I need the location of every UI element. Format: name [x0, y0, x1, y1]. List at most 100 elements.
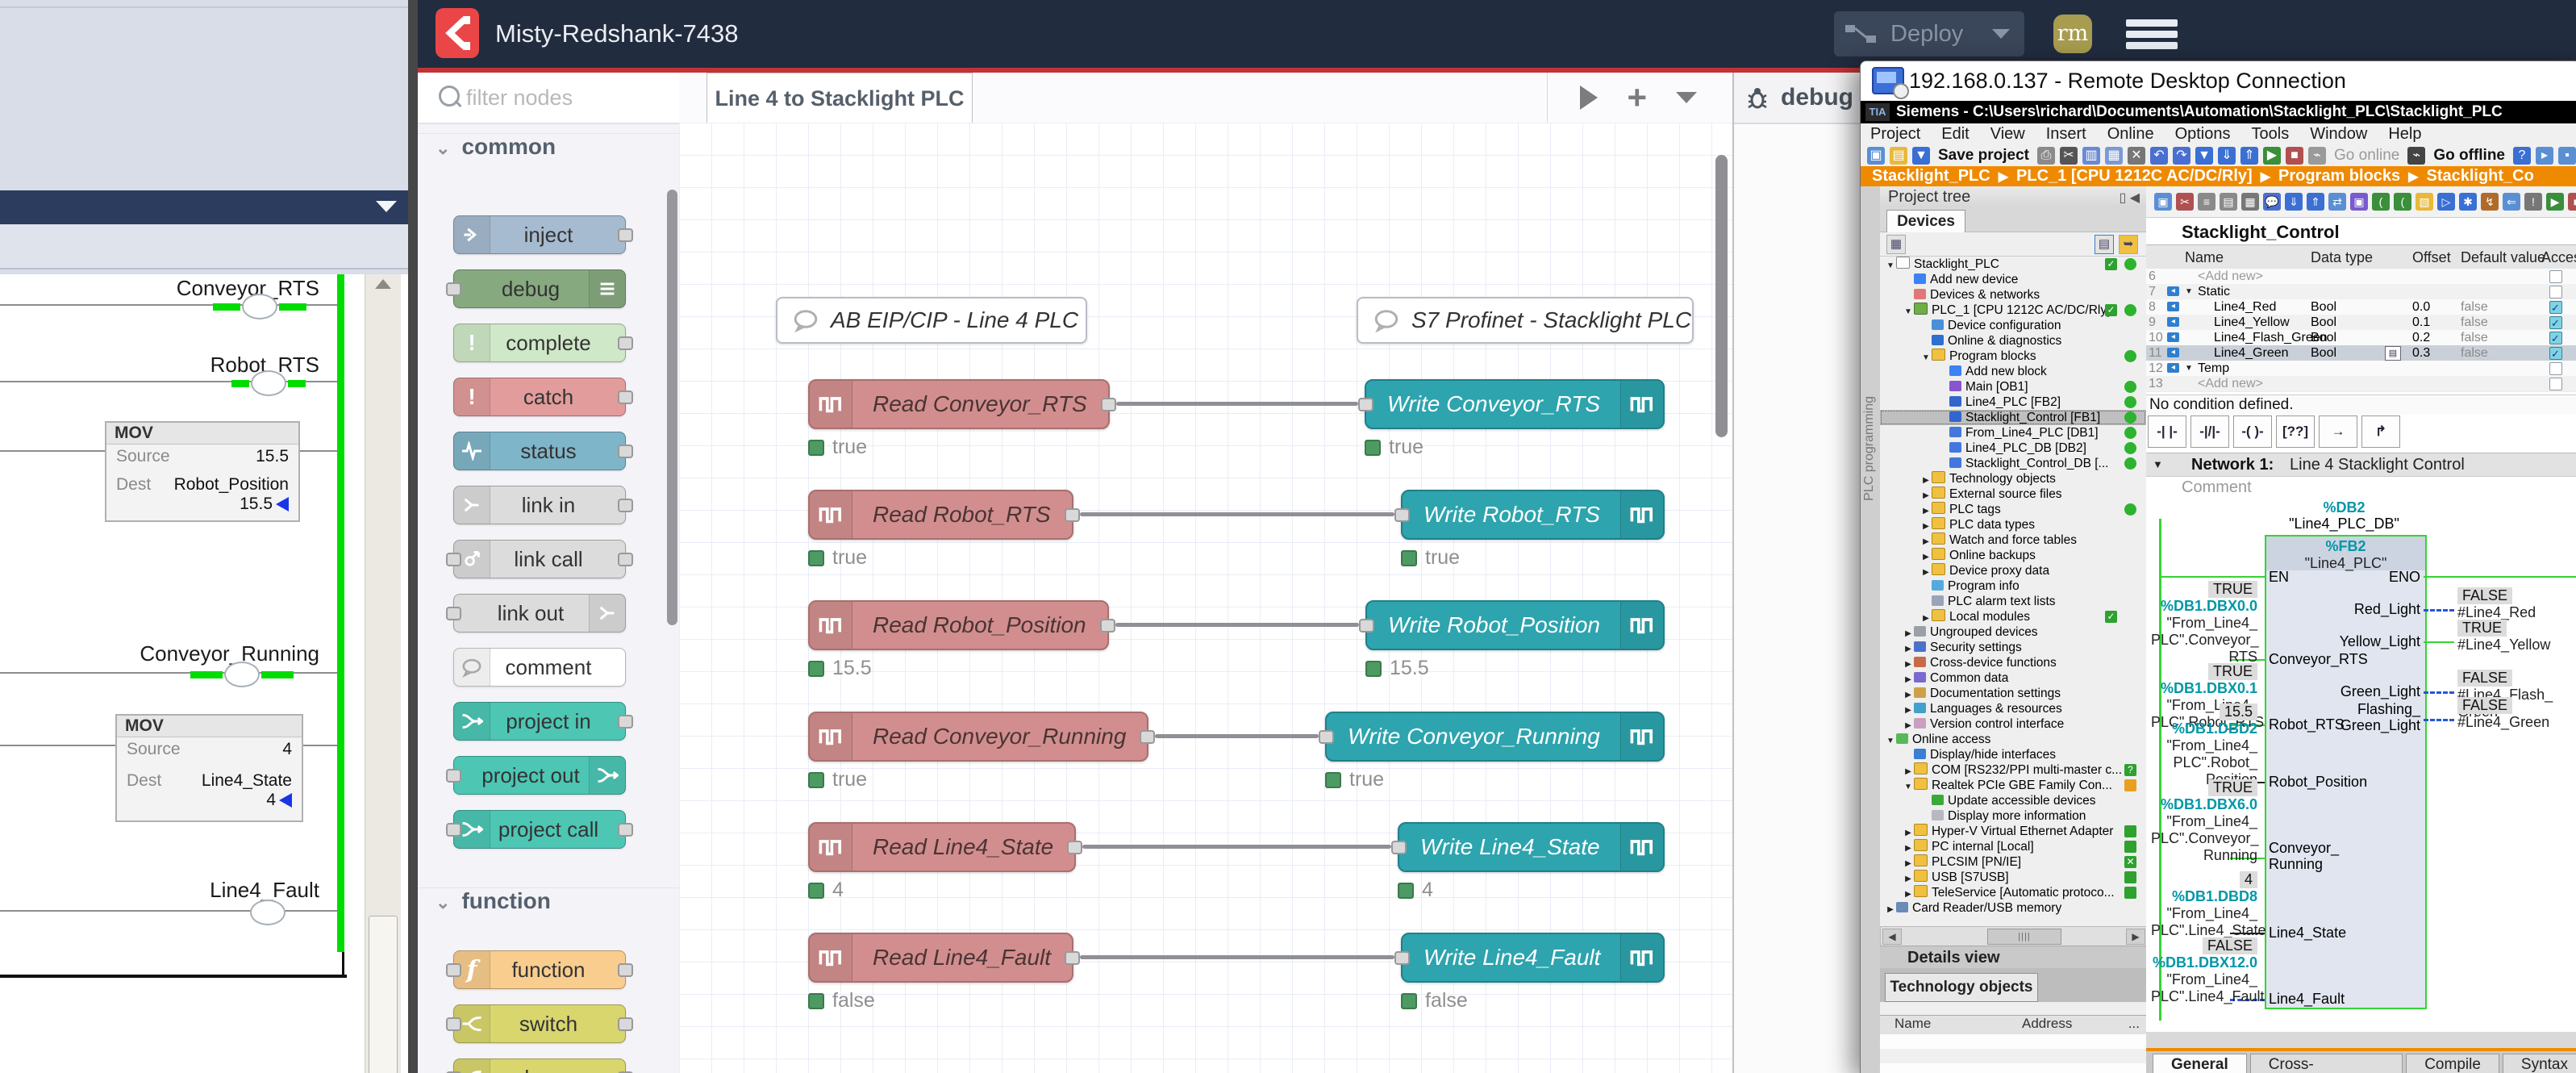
tree-item-hyper-v-virtual-ethernet-adapter[interactable]: ▶Hyper-V Virtual Ethernet Adapter [1880, 824, 2146, 839]
breadcrumb-segment[interactable]: Program blocks [2278, 167, 2400, 185]
tag-row-7[interactable]: 7◂▼Static [2146, 284, 2576, 300]
coil-deenergized[interactable] [248, 900, 287, 925]
tree-item-watch-and-force-tables[interactable]: ▶Watch and force tables [1880, 532, 2146, 548]
node-port-out[interactable] [618, 445, 633, 458]
redo-icon[interactable]: ↷ [2173, 147, 2190, 165]
deploy-caret-icon[interactable] [1992, 29, 2010, 39]
node-port-out[interactable] [1140, 730, 1155, 744]
palette-node-debug[interactable]: debug [453, 269, 626, 308]
editor-tool-icon[interactable]: ■ [2568, 193, 2576, 211]
node-port-out[interactable] [1065, 951, 1080, 965]
node-port-in[interactable] [446, 607, 461, 620]
palette-node-inject[interactable]: inject [453, 215, 626, 254]
devices-tab[interactable]: Devices [1886, 210, 1965, 232]
tag-row-8[interactable]: 8◂Line4_RedBool0.0false [2146, 299, 2576, 315]
tree-item-ungrouped-devices[interactable]: ▶Ungrouped devices [1880, 624, 2146, 640]
palette-node-status[interactable]: status [453, 432, 626, 470]
palette-section-function[interactable]: ⌄function [418, 887, 679, 924]
tag-row-13[interactable]: 13<Add new> [2146, 376, 2576, 392]
node-port-out[interactable] [618, 1017, 633, 1031]
editor-tool-icon[interactable]: ! [2524, 193, 2542, 211]
editor-tool-icon[interactable]: ⇓ [2285, 193, 2303, 211]
palette-node-complete[interactable]: complete! [453, 324, 626, 362]
palette-node-link-call[interactable]: link call [453, 540, 626, 578]
menu-insert[interactable]: Insert [2046, 123, 2086, 144]
palette-node-project-out[interactable]: project out [453, 756, 626, 795]
editor-tool-icon[interactable]: ⇐ [2503, 193, 2520, 211]
stop-cpu-icon[interactable]: ■ [2286, 147, 2303, 165]
tree-item-com-rs232-ppi-multi-master-c-[interactable]: ▶COM [RS232/PPI multi-master c... [1880, 762, 2146, 778]
tree-item-documentation-settings[interactable]: ▶Documentation settings [1880, 686, 2146, 701]
empty-box-button[interactable]: [??] [2276, 415, 2315, 448]
accessible-checkbox[interactable] [2549, 316, 2562, 329]
write-node[interactable]: Write Conveyor_Running [1325, 712, 1665, 762]
tag-row-10[interactable]: 10◂Line4_Flash_GreenBool0.2false [2146, 330, 2576, 346]
tree-item-add-new-block[interactable]: Add new block [1880, 364, 2146, 379]
canvas-scrollbar-thumb[interactable] [1715, 155, 1728, 437]
node-port-in[interactable] [446, 553, 461, 566]
flow-canvas[interactable]: AB EIP/CIP - Line 4 PLCS7 Profinet - Sta… [679, 123, 1732, 1073]
editor-tool-icon[interactable]: ✱ [2459, 193, 2477, 211]
tree-horizontal-scrollbar[interactable]: ◀ |||| ▶ [1880, 926, 2148, 947]
undo-icon[interactable]: ↶ [2150, 147, 2168, 165]
upload-from-device-icon[interactable]: ⇑ [2240, 147, 2258, 165]
editor-tool-icon[interactable]: ▦ [2241, 193, 2259, 211]
network-comment[interactable]: Comment [2182, 478, 2252, 497]
network-collapse-icon[interactable]: ▼ [2153, 453, 2163, 476]
comment-node[interactable]: AB EIP/CIP - Line 4 PLC [776, 297, 1087, 344]
open-branch-button[interactable]: → [2319, 415, 2357, 448]
menu-window[interactable]: Window [2310, 123, 2367, 144]
palette-scrollbar-thumb[interactable] [667, 190, 677, 625]
node-port-out[interactable] [1101, 398, 1116, 411]
editor-tool-icon[interactable]: ▤ [2220, 193, 2237, 211]
breadcrumb[interactable]: Stacklight_PLC▶PLC_1 [CPU 1212C AC/DC/Rl… [1861, 166, 2576, 186]
write-node[interactable]: Write Robot_RTS [1401, 490, 1665, 540]
menu-options[interactable]: Options [2175, 123, 2231, 144]
node-port-out[interactable] [1100, 619, 1115, 633]
search-input[interactable] [465, 79, 661, 116]
tree-item-device-configuration[interactable]: Device configuration [1880, 318, 2146, 333]
network-header[interactable]: ▼ Network 1: Line 4 Stacklight Control [2146, 453, 2576, 477]
chevron-down-icon[interactable] [376, 201, 397, 212]
tree-item-plcsim-pn-ie-[interactable]: ▶PLCSIM [PN/IE] [1880, 854, 2146, 870]
compile-icon[interactable]: ▼ [2195, 147, 2213, 165]
tag-row-11[interactable]: 11◂Line4_GreenBool▤0.3false [2146, 345, 2576, 361]
print-icon[interactable]: ⎙ [2037, 147, 2055, 165]
node-port-out[interactable] [1067, 841, 1082, 854]
tree-expand-icon[interactable]: ➥ [2119, 235, 2138, 254]
node-port-in[interactable] [446, 963, 461, 977]
breadcrumb-segment[interactable]: Stacklight_Co [2426, 167, 2533, 185]
scrollbar-thumb[interactable]: |||| [1987, 929, 2061, 945]
menu-online[interactable]: Online [2107, 123, 2154, 144]
tree-item-teleservice-automatic-protoco-[interactable]: ▶TeleService [Automatic protoco... [1880, 885, 2146, 900]
tag-row-9[interactable]: 9◂Line4_YellowBool0.1false [2146, 315, 2576, 331]
editor-tool-icon[interactable]: ▣ [2154, 193, 2172, 211]
inspector-tab-syntax[interactable]: Syntax [2503, 1054, 2576, 1073]
editor-tool-icon[interactable]: ✂ [2176, 193, 2194, 211]
palette-section-common[interactable]: ⌄common [418, 133, 679, 169]
write-node[interactable]: Write Line4_Fault [1401, 933, 1665, 983]
read-node[interactable]: Read Conveyor_Running [808, 712, 1148, 762]
accessible-checkbox[interactable] [2549, 286, 2562, 299]
editor-tool-icon[interactable]: ⇄ [2328, 193, 2346, 211]
run-icon[interactable] [1580, 86, 1598, 110]
mov-instruction[interactable]: MOV Source15.5 DestRobot_Position 15.5 [105, 421, 300, 522]
menu-tools[interactable]: Tools [2252, 123, 2290, 144]
editor-tool-icon[interactable]: ↯ [2481, 193, 2499, 211]
open-project-icon[interactable]: ▤ [1890, 147, 1907, 165]
tree-item-from_line4_plc-db1-[interactable]: From_Line4_PLC [DB1] [1880, 425, 2146, 440]
coil-energized[interactable] [231, 370, 306, 396]
read-node[interactable]: Read Conveyor_RTS [808, 379, 1110, 429]
read-node[interactable]: Read Line4_State [808, 822, 1076, 872]
node-port-in[interactable] [446, 1017, 461, 1031]
paste-icon[interactable]: ▦ [2105, 147, 2123, 165]
palette-node-link-in[interactable]: link in [453, 486, 626, 524]
tree-item-cross-device-functions[interactable]: ▶Cross-device functions [1880, 655, 2146, 670]
new-project-icon[interactable]: ▣ [1867, 147, 1885, 165]
node-port-in[interactable] [446, 769, 461, 783]
mov-instruction[interactable]: MOV Source4 DestLine4_State 4 [115, 714, 303, 822]
start-runtime-icon[interactable]: ▸ [2536, 147, 2553, 165]
node-port-in[interactable] [1358, 398, 1373, 411]
tree-item-device-proxy-data[interactable]: ▶Device proxy data [1880, 563, 2146, 578]
add-flow-icon[interactable]: + [1627, 83, 1647, 112]
